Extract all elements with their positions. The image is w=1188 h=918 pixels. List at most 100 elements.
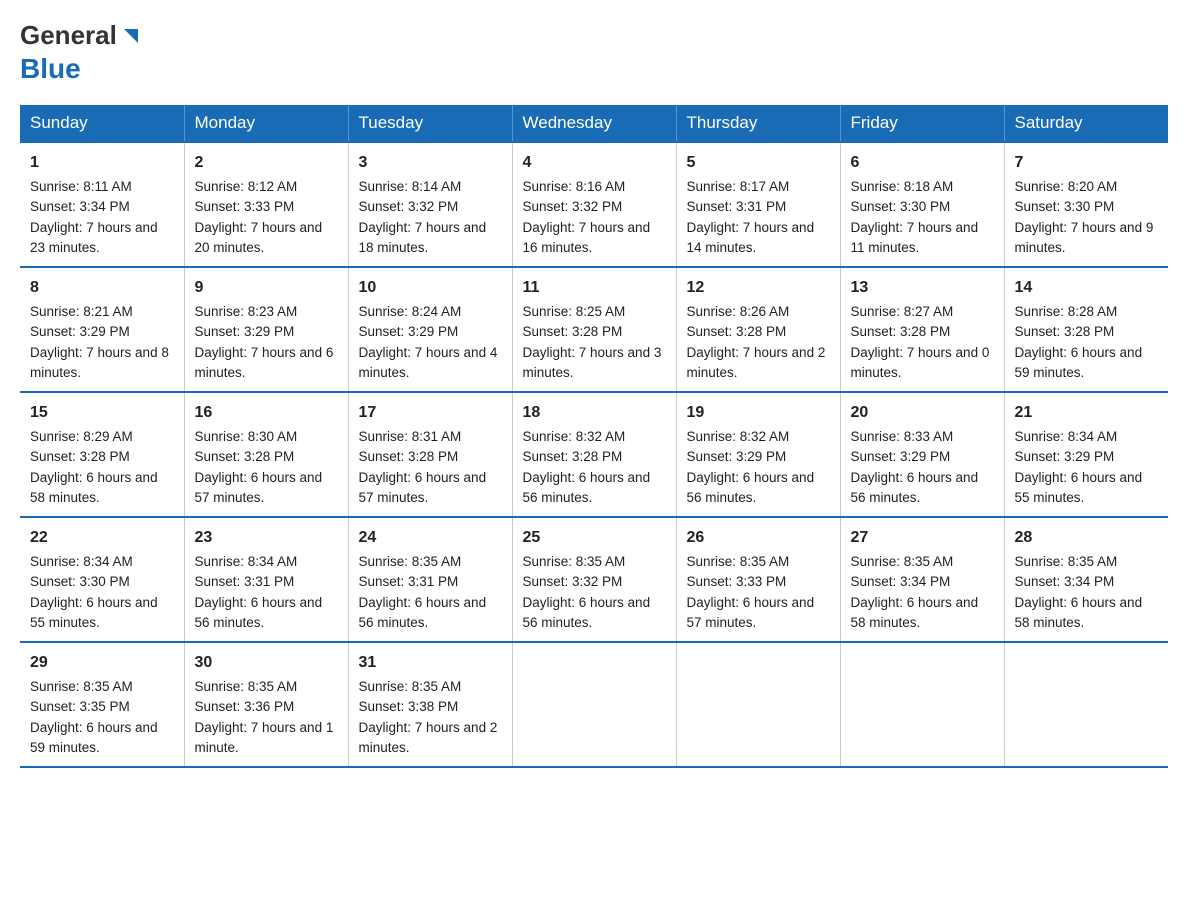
sunset-text: Sunset: 3:31 PM: [687, 199, 787, 214]
daylight-text: Daylight: 7 hours and 11 minutes.: [851, 220, 979, 255]
sunset-text: Sunset: 3:33 PM: [687, 574, 787, 589]
daylight-text: Daylight: 6 hours and 55 minutes.: [1015, 470, 1143, 505]
day-number: 17: [359, 401, 502, 425]
sunrise-text: Sunrise: 8:12 AM: [195, 179, 298, 194]
sunset-text: Sunset: 3:30 PM: [30, 574, 130, 589]
sunset-text: Sunset: 3:29 PM: [195, 324, 295, 339]
sunset-text: Sunset: 3:30 PM: [851, 199, 951, 214]
sunrise-text: Sunrise: 8:35 AM: [851, 554, 954, 569]
calendar-cell: 13Sunrise: 8:27 AMSunset: 3:28 PMDayligh…: [840, 267, 1004, 392]
day-number: 4: [523, 151, 666, 175]
sunset-text: Sunset: 3:30 PM: [1015, 199, 1115, 214]
sunset-text: Sunset: 3:36 PM: [195, 699, 295, 714]
daylight-text: Daylight: 6 hours and 59 minutes.: [30, 720, 158, 755]
daylight-text: Daylight: 6 hours and 56 minutes.: [359, 595, 487, 630]
calendar-cell: [512, 642, 676, 767]
header: General Blue: [20, 20, 1168, 85]
calendar-cell: 1Sunrise: 8:11 AMSunset: 3:34 PMDaylight…: [20, 142, 184, 267]
calendar-cell: 9 Sunrise: 8:23 AM Sunset: 3:29 PM Daylight…: [184, 267, 348, 392]
sunrise-text: Sunrise: 8:31 AM: [359, 429, 462, 444]
day-number: 7: [1015, 151, 1159, 175]
sunrise-text: Sunrise: 8:35 AM: [1015, 554, 1118, 569]
calendar-table: SundayMondayTuesdayWednesdayThursdayFrid…: [20, 105, 1168, 768]
daylight-text: Daylight: 6 hours and 59 minutes.: [1015, 345, 1143, 380]
sunset-text: Sunset: 3:29 PM: [359, 324, 459, 339]
calendar-cell: 16Sunrise: 8:30 AMSunset: 3:28 PMDayligh…: [184, 392, 348, 517]
sunset-text: Sunset: 3:28 PM: [195, 449, 295, 464]
daylight-text: Daylight: 6 hours and 56 minutes.: [851, 470, 979, 505]
weekday-header-thursday: Thursday: [676, 105, 840, 142]
sunset-text: Sunset: 3:29 PM: [30, 324, 130, 339]
calendar-cell: 27Sunrise: 8:35 AMSunset: 3:34 PMDayligh…: [840, 517, 1004, 642]
daylight-text: Daylight: 7 hours and 6 minutes.: [195, 345, 334, 380]
sunset-text: Sunset: 3:28 PM: [359, 449, 459, 464]
sunset-text: Sunset: 3:29 PM: [687, 449, 787, 464]
calendar-cell: 4Sunrise: 8:16 AMSunset: 3:32 PMDaylight…: [512, 142, 676, 267]
sunrise-text: Sunrise: 8:33 AM: [851, 429, 954, 444]
sunset-text: Sunset: 3:31 PM: [195, 574, 295, 589]
sunset-text: Sunset: 3:34 PM: [851, 574, 951, 589]
daylight-text: Daylight: 7 hours and 8 minutes.: [30, 345, 169, 380]
calendar-cell: 18Sunrise: 8:32 AMSunset: 3:28 PMDayligh…: [512, 392, 676, 517]
calendar-cell: 5Sunrise: 8:17 AMSunset: 3:31 PMDaylight…: [676, 142, 840, 267]
day-number: 12: [687, 276, 830, 300]
sunrise-text: Sunrise: 8:32 AM: [687, 429, 790, 444]
sunrise-text: Sunrise: 8:35 AM: [195, 679, 298, 694]
day-number: 23: [195, 526, 338, 550]
sunset-text: Sunset: 3:29 PM: [851, 449, 951, 464]
day-number: 22: [30, 526, 174, 550]
day-number: 6: [851, 151, 994, 175]
day-number: 15: [30, 401, 174, 425]
day-number: 29: [30, 651, 174, 675]
daylight-text: Daylight: 6 hours and 56 minutes.: [523, 470, 651, 505]
sunset-text: Sunset: 3:38 PM: [359, 699, 459, 714]
sunrise-text: Sunrise: 8:35 AM: [359, 554, 462, 569]
week-row-4: 22Sunrise: 8:34 AMSunset: 3:30 PMDayligh…: [20, 517, 1168, 642]
calendar-cell: 19 Sunrise: 8:32 AM Sunset: 3:29 PM Dayligh…: [676, 392, 840, 517]
day-number: 8: [30, 276, 174, 300]
weekday-header-tuesday: Tuesday: [348, 105, 512, 142]
sunrise-text: Sunrise: 8:21 AM: [30, 304, 133, 319]
sunset-text: Sunset: 3:29 PM: [1015, 449, 1115, 464]
daylight-text: Daylight: 7 hours and 9 minutes.: [1015, 220, 1154, 255]
calendar-cell: 28Sunrise: 8:35 AMSunset: 3:34 PMDayligh…: [1004, 517, 1168, 642]
calendar-cell: 31Sunrise: 8:35 AMSunset: 3:38 PMDayligh…: [348, 642, 512, 767]
daylight-text: Daylight: 7 hours and 4 minutes.: [359, 345, 498, 380]
logo: General Blue: [20, 20, 142, 85]
sunset-text: Sunset: 3:34 PM: [30, 199, 130, 214]
daylight-text: Daylight: 7 hours and 0 minutes.: [851, 345, 990, 380]
sunset-text: Sunset: 3:32 PM: [523, 574, 623, 589]
day-number: 26: [687, 526, 830, 550]
daylight-text: Daylight: 7 hours and 2 minutes.: [359, 720, 498, 755]
calendar-cell: 15Sunrise: 8:29 AMSunset: 3:28 PMDayligh…: [20, 392, 184, 517]
weekday-header-saturday: Saturday: [1004, 105, 1168, 142]
calendar-cell: 6Sunrise: 8:18 AMSunset: 3:30 PMDaylight…: [840, 142, 1004, 267]
sunset-text: Sunset: 3:32 PM: [359, 199, 459, 214]
week-row-1: 1Sunrise: 8:11 AMSunset: 3:34 PMDaylight…: [20, 142, 1168, 267]
day-number: 14: [1015, 276, 1159, 300]
daylight-text: Daylight: 7 hours and 3 minutes.: [523, 345, 662, 380]
calendar-body: 1Sunrise: 8:11 AMSunset: 3:34 PMDaylight…: [20, 142, 1168, 767]
calendar-cell: 7Sunrise: 8:20 AMSunset: 3:30 PMDaylight…: [1004, 142, 1168, 267]
sunrise-text: Sunrise: 8:11 AM: [30, 179, 132, 194]
sunrise-text: Sunrise: 8:16 AM: [523, 179, 626, 194]
sunrise-text: Sunrise: 8:34 AM: [1015, 429, 1118, 444]
day-number: 19: [687, 401, 830, 425]
day-number: 9: [195, 276, 338, 300]
calendar-cell: 29Sunrise: 8:35 AMSunset: 3:35 PMDayligh…: [20, 642, 184, 767]
daylight-text: Daylight: 7 hours and 14 minutes.: [687, 220, 815, 255]
sunrise-text: Sunrise: 8:26 AM: [687, 304, 790, 319]
week-row-5: 29Sunrise: 8:35 AMSunset: 3:35 PMDayligh…: [20, 642, 1168, 767]
sunset-text: Sunset: 3:34 PM: [1015, 574, 1115, 589]
daylight-text: Daylight: 7 hours and 2 minutes.: [687, 345, 826, 380]
sunset-text: Sunset: 3:28 PM: [30, 449, 130, 464]
daylight-text: Daylight: 6 hours and 56 minutes.: [687, 470, 815, 505]
sunset-text: Sunset: 3:32 PM: [523, 199, 623, 214]
calendar-cell: 25Sunrise: 8:35 AMSunset: 3:32 PMDayligh…: [512, 517, 676, 642]
calendar-cell: 23Sunrise: 8:34 AMSunset: 3:31 PMDayligh…: [184, 517, 348, 642]
logo-general-text: General: [20, 20, 117, 51]
day-number: 3: [359, 151, 502, 175]
sunrise-text: Sunrise: 8:30 AM: [195, 429, 298, 444]
weekday-header-friday: Friday: [840, 105, 1004, 142]
sunrise-text: Sunrise: 8:23 AM: [195, 304, 298, 319]
